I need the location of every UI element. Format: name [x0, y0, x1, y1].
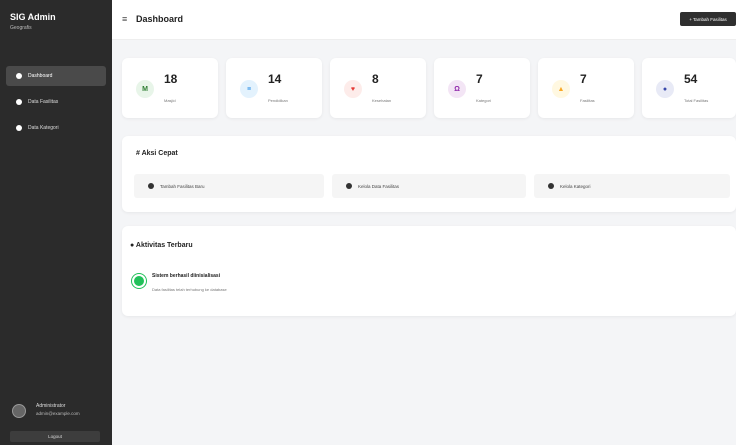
sidebar: SIG Admin Geografis Dashboard Data Fasil… — [0, 0, 112, 445]
tag-icon — [548, 183, 554, 189]
stat-icon: Ω — [448, 80, 466, 98]
action-label: Kelola Data Fasilitas — [358, 183, 400, 189]
add-facility-action[interactable]: Tambah Fasilitas Baru — [134, 174, 324, 198]
page-title: Dashboard — [136, 14, 184, 24]
stat-value: 7 — [580, 72, 587, 86]
stat-icon: ▲ — [552, 80, 570, 98]
activity-title: ● Aktivitas Terbaru — [130, 242, 193, 249]
stat-label: Fasilitas — [580, 98, 595, 103]
brand-title: SIG Admin — [10, 12, 56, 22]
sidebar-item-label: Data Kategori — [28, 125, 59, 131]
stat-card: ♥ 8 Kesehatan — [330, 58, 426, 118]
sidebar-item-label: Dashboard — [28, 73, 53, 79]
category-icon — [16, 125, 22, 131]
activity-item-desc: Data fasilitas telah terhubung ke databa… — [152, 287, 227, 292]
sidebar-item-categories[interactable]: Data Kategori — [6, 118, 106, 138]
stat-card: M 18 Masjid — [122, 58, 218, 118]
user-block: Administrator admin@example.com — [0, 398, 112, 428]
user-name: Administrator — [36, 403, 66, 409]
stat-label: Total Fasilitas — [684, 98, 709, 103]
stat-label: Kesehatan — [372, 98, 392, 103]
activity-item-title: Sistem berhasil diinisialisasi — [152, 273, 221, 279]
stat-icon: ≡ — [240, 80, 258, 98]
stat-label: Kategori — [476, 98, 491, 103]
sidebar-item-dashboard[interactable]: Dashboard — [6, 66, 106, 86]
sidebar-item-label: Data Fasilitas — [28, 99, 59, 105]
stat-value: 8 — [372, 72, 379, 86]
stat-value: 18 — [164, 72, 178, 86]
plus-icon — [148, 183, 154, 189]
logout-button[interactable]: Logout — [10, 431, 100, 442]
stat-card: ≡ 14 Pendidikan — [226, 58, 322, 118]
add-facility-button[interactable]: + Tambah Fasilitas — [680, 12, 736, 26]
edit-icon — [346, 183, 352, 189]
success-icon — [132, 274, 146, 288]
stat-card: ● 54 Total Fasilitas — [642, 58, 736, 118]
stat-icon: ♥ — [344, 80, 362, 98]
brand-subtitle: Geografis — [10, 25, 32, 31]
stat-value: 54 — [684, 72, 698, 86]
stat-value: 7 — [476, 72, 483, 86]
dashboard-icon — [16, 73, 22, 79]
manage-categories-action[interactable]: Kelola Kategori — [534, 174, 730, 198]
quick-actions-title: # Aksi Cepat — [136, 150, 178, 157]
topbar: ≡ Dashboard + Tambah Fasilitas — [112, 0, 736, 40]
action-label: Tambah Fasilitas Baru — [160, 183, 205, 189]
stat-card: Ω 7 Kategori — [434, 58, 530, 118]
stat-value: 14 — [268, 72, 282, 86]
stat-card: ▲ 7 Fasilitas — [538, 58, 634, 118]
stat-icon: M — [136, 80, 154, 98]
activity-panel: ● Aktivitas Terbaru — [122, 226, 736, 316]
user-email: admin@example.com — [36, 411, 80, 416]
manage-facilities-action[interactable]: Kelola Data Fasilitas — [332, 174, 526, 198]
action-label: Kelola Kategori — [560, 183, 591, 189]
menu-icon[interactable]: ≡ — [122, 14, 127, 24]
stat-label: Pendidikan — [268, 98, 288, 103]
sidebar-item-facilities[interactable]: Data Fasilitas — [6, 92, 106, 112]
location-pin-icon — [16, 99, 22, 105]
stat-label: Masjid — [164, 98, 176, 103]
stat-icon: ● — [656, 80, 674, 98]
user-avatar-icon — [12, 404, 26, 418]
